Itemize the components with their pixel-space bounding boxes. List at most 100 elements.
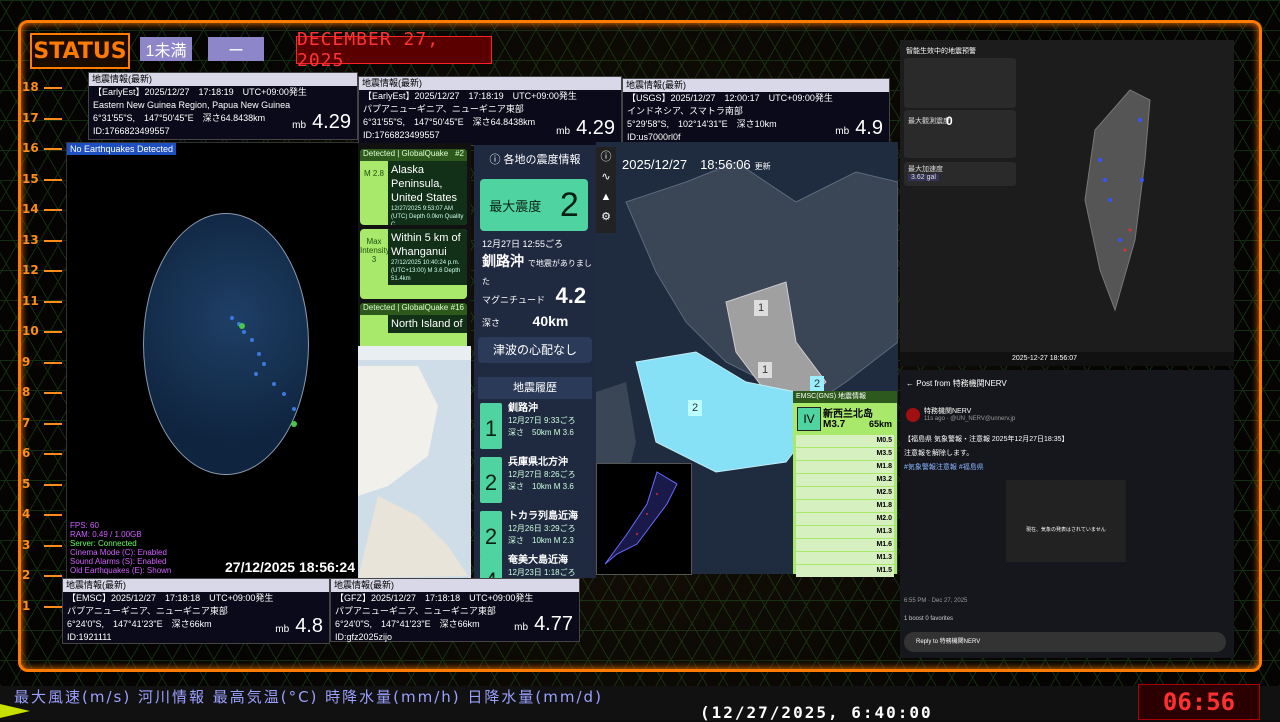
- card-header: 地震情報(最新): [63, 579, 329, 592]
- post-line1: 【福島県 気象警報・注意報 2025年12月27日18:35】: [904, 436, 1069, 443]
- card-line: 【EarlyEst】2025/12/27 17:18:19 UTC+09:00発…: [93, 87, 307, 97]
- small-map-land: [358, 366, 468, 578]
- card-header: 地震情報(最新): [331, 579, 579, 592]
- emsc-list-item: M3.2: [796, 474, 894, 486]
- history-item[interactable]: 4奄美大島近海12月23日 1:18ごろ: [478, 553, 592, 578]
- card-magnitude: mb 4.29: [292, 111, 351, 133]
- intensity-label: 2: [688, 400, 702, 416]
- ticker-headers: 最大風速(m/s) 河川情報 最高気温(°C) 時降水量(mm/h) 日降水量(…: [14, 688, 603, 706]
- intensity-label: 1: [754, 300, 768, 316]
- globe-time: 27/12/2025 18:56:24: [225, 559, 355, 575]
- nerv-post-panel[interactable]: ← Post from 特務機関NERV 特務機関NERV 11s ago · …: [900, 370, 1234, 658]
- warning-icon[interactable]: ▲: [596, 187, 616, 207]
- gq-item[interactable]: Max Intensity 3 Within 5 km of Whanganui 2…: [360, 229, 467, 299]
- quake-place: 釧路沖 で地震がありました: [482, 253, 592, 286]
- tsunami-status: 津波の心配なし: [478, 337, 592, 363]
- ruler-tick: 5: [22, 476, 64, 491]
- ruler-tick: 8: [22, 385, 64, 399]
- map-side-toolbar[interactable]: ⓘ ∿ ▲ ⚙: [596, 147, 616, 233]
- eq-card-1: 地震情報(最新) 【EarlyEst】2025/12/27 17:18:19 U…: [88, 72, 358, 140]
- status-date: DECEMBER 27, 2025: [296, 29, 492, 71]
- history-item[interactable]: 1 釧路沖 12月27日 9:33ごろ 深さ 50km M 3.6: [478, 401, 592, 453]
- info-icon[interactable]: ⓘ: [596, 147, 616, 167]
- play-arrow-icon: [0, 704, 30, 718]
- globalquake-list[interactable]: Detected | GlobalQuake #2 M 2.8 Alaska Pen…: [358, 143, 471, 353]
- taiwan-eew-panel[interactable]: 智能生效中的地震预警 最大觀測震度 0 最大加速度 3.62 gal 2025-…: [900, 40, 1234, 366]
- ruler-tick: 11: [22, 293, 62, 308]
- ruler-tick: 15: [22, 171, 62, 186]
- card-header: 地震情報(最新): [89, 73, 357, 86]
- ruler-tick: 16: [22, 141, 62, 155]
- emsc-list: M0.5 M3.5 M1.8 M3.2 M2.5 M1.8 M2.0 M1.3 M1.6 M1.3…: [796, 435, 894, 578]
- eq-card-3: 地震情報(最新) 【USGS】2025/12/27 12:00:17 UTC+0…: [622, 78, 890, 146]
- eq-card-5: 地震情報(最新) 【GFZ】2025/12/27 17:18:18 UTC+09…: [330, 578, 580, 642]
- ruler-tick: 10: [22, 324, 62, 338]
- emsc-depth: 65km: [869, 419, 893, 429]
- card-magnitude: mb 4.8: [275, 615, 323, 637]
- stat-cinema: Cinema Mode (C): Enabled: [70, 548, 167, 557]
- tw-footer: 2025-12-27 18:56:07: [900, 352, 1234, 366]
- globalquake-globe-panel[interactable]: No Earthquakes Detected FPS: 60 RAM: 0.4…: [66, 142, 360, 580]
- emsc-list-item: M1.8: [796, 500, 894, 512]
- ruler-tick: 4: [22, 507, 64, 521]
- card-line: 【GFZ】2025/12/27 17:18:18 UTC+09:00発生: [335, 593, 534, 603]
- ruler-tick: 1: [22, 598, 64, 613]
- emsc-list-item: M1.3: [796, 526, 894, 538]
- depth-row: 深さ 40km: [482, 313, 569, 329]
- ruler-tick: 9: [22, 354, 64, 369]
- ruler-tick: 6: [22, 446, 64, 460]
- card-header: 地震情報(最新): [359, 77, 621, 90]
- status-label: STATUS: [30, 33, 130, 69]
- map-update-time: 2025/12/27 18:56:06 更新: [622, 157, 771, 172]
- intensity-label: 2: [810, 376, 824, 392]
- card-line: 【USGS】2025/12/27 12:00:17 UTC+09:00発生: [627, 93, 833, 103]
- card-line: 【EMSC】2025/12/27 17:18:18 UTC+09:00発生: [67, 593, 274, 603]
- eq-card-2: 地震情報(最新) 【EarlyEst】2025/12/27 17:18:19 U…: [358, 76, 622, 146]
- no-earthquakes-label: No Earthquakes Detected: [67, 143, 177, 155]
- emsc-list-item: M1.5: [796, 565, 894, 577]
- history-title: 地震履歴: [478, 377, 592, 399]
- stat-sound: Sound Alarms (S): Enabled: [70, 557, 167, 566]
- post-date: 6:55 PM · Dec 27, 2025: [904, 598, 968, 604]
- nied-mini-map[interactable]: [596, 463, 692, 575]
- reply-input[interactable]: Reply to 特務機関NERV: [904, 632, 1226, 652]
- author-handle: 11s ago · @UN_NERV@unnerv.jp: [924, 416, 1016, 422]
- stat-server: Server: Connected: [70, 539, 137, 548]
- emsc-list-item: M3.5: [796, 448, 894, 460]
- card-header: 地震情報(最新): [623, 79, 889, 92]
- history-item[interactable]: 2 兵庫県北方沖 12月27日 8:26ごろ 深さ 10km M 3.6: [478, 455, 592, 507]
- gear-icon[interactable]: ⚙: [596, 207, 616, 227]
- taiwan-map: [1084, 89, 1151, 312]
- intensity-label: 1: [758, 362, 772, 378]
- post-from: ← Post from 特務機関NERV: [906, 379, 1007, 388]
- emsc-mag: M3.7: [823, 419, 846, 430]
- ruler-tick: 17: [22, 110, 62, 125]
- emsc-list-item: M2.0: [796, 513, 894, 525]
- card-magnitude: mb 4.9: [835, 117, 883, 139]
- small-map-toolbar: [358, 346, 471, 360]
- card-magnitude: mb 4.77: [514, 613, 573, 635]
- gq-item[interactable]: Detected | GlobalQuake #2 M 2.8 Alaska Pen…: [360, 149, 467, 225]
- shindo-info-panel: ⓘ 各地の震度情報 最大震度 2 12月27日 12:55ごろ 釧路沖 で地震があ…: [474, 145, 596, 578]
- shindo-title: ⓘ 各地の震度情報: [489, 154, 581, 166]
- emsc-list-item: M1.8: [796, 461, 894, 473]
- wave-icon[interactable]: ∿: [596, 167, 616, 187]
- globe-map[interactable]: [143, 213, 309, 475]
- card-magnitude: mb 4.29: [556, 117, 615, 139]
- ruler-tick: 2: [22, 568, 64, 582]
- globe-stats: FPS: 60 RAM: 0.49 / 1.00GB Server: Conne…: [70, 521, 171, 575]
- emsc-level: IV: [797, 407, 821, 431]
- emsc-list-item: M1.6: [796, 539, 894, 551]
- small-alaska-map[interactable]: [358, 346, 471, 578]
- eq-card-4: 地震情報(最新) 【EMSC】2025/12/27 17:18:18 UTC+0…: [62, 578, 330, 644]
- stat-ram: RAM: 0.49 / 1.00GB: [70, 530, 142, 539]
- digital-clock: 06:56: [1138, 684, 1260, 720]
- status-chip-2: ー: [208, 37, 264, 61]
- emsc-header: EMSC(GNS) 地震情報: [793, 391, 897, 403]
- post-tags[interactable]: #気象警報注意報 #福島県: [904, 462, 984, 472]
- post-image[interactable]: 現在、気象の発表はされていません: [1006, 480, 1126, 562]
- post-counts: 1 boost 0 favorites: [904, 616, 954, 622]
- weather-ticker: 最大風速(m/s) 河川情報 最高気温(°C) 時降水量(mm/h) 日降水量(…: [0, 686, 1280, 722]
- emsc-list-item: M0.5: [796, 435, 894, 447]
- emsc-list-item: M1.3: [796, 552, 894, 564]
